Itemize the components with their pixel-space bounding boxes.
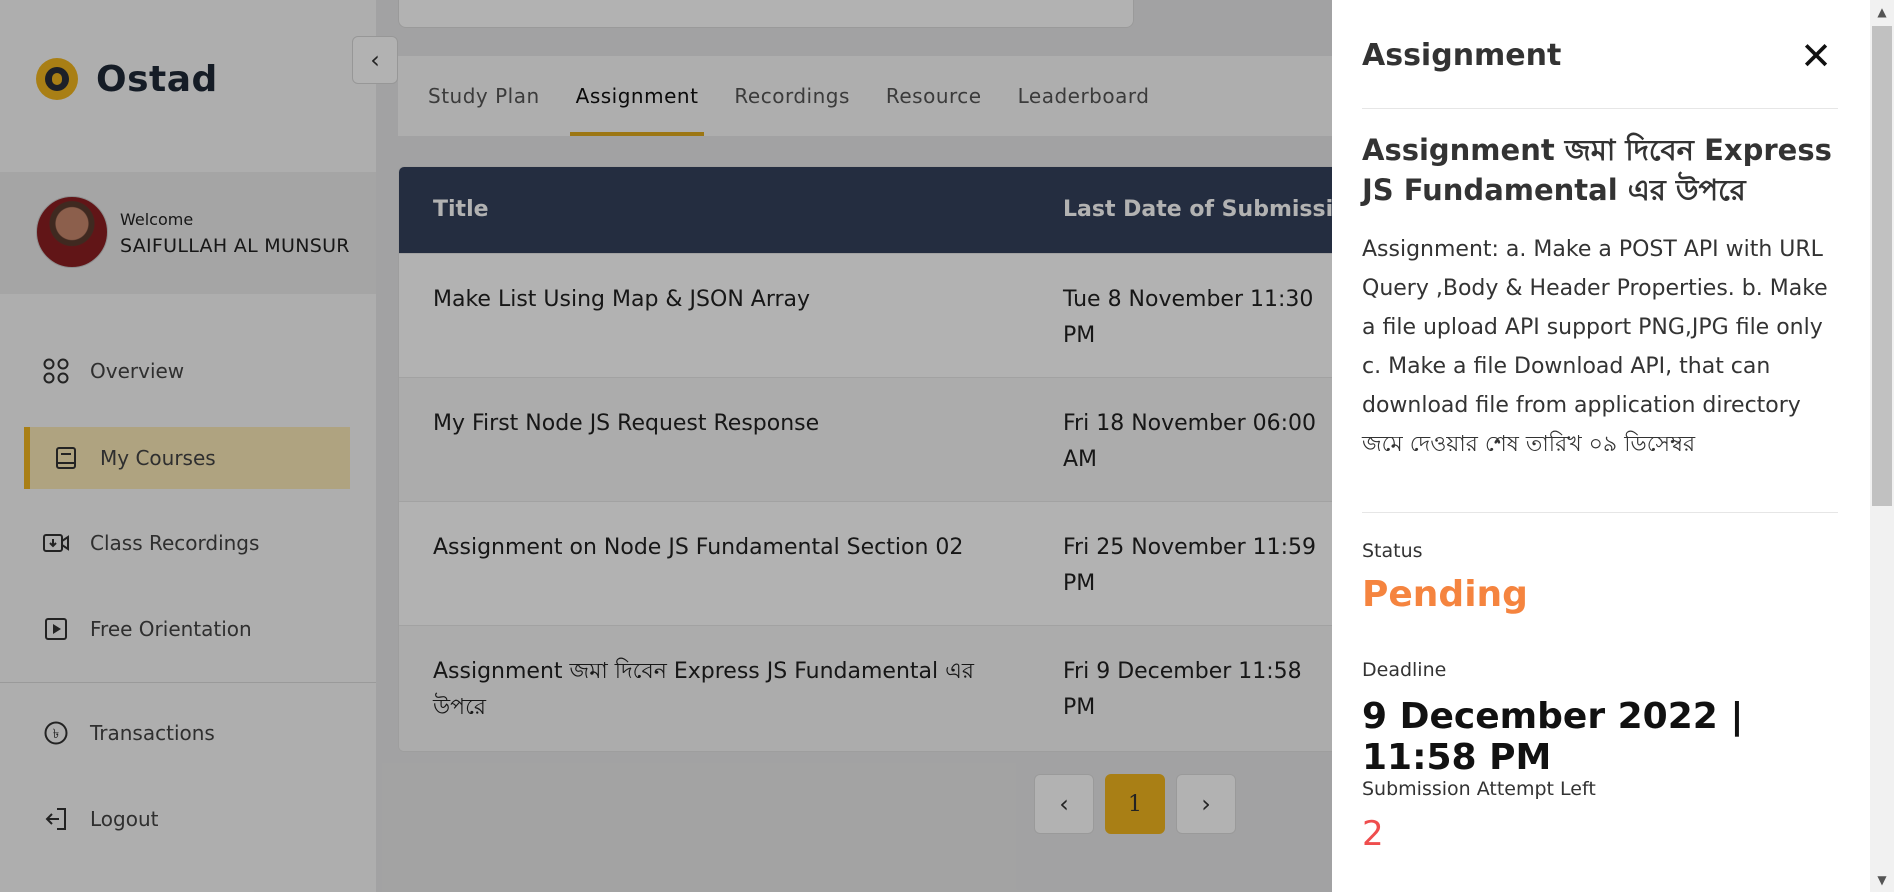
divider: [1362, 512, 1838, 513]
attempts-value: 2: [1362, 814, 1384, 854]
scrollbar-thumb[interactable]: [1872, 26, 1892, 506]
drawer-title: Assignment: [1362, 38, 1562, 73]
deadline-label: Deadline: [1362, 659, 1447, 681]
scroll-up-icon[interactable]: ▲: [1870, 0, 1894, 24]
assignment-drawer: Assignment ✕ Assignment জমা দিবেন Expres…: [1332, 0, 1870, 892]
deadline-value: 9 December 2022 | 11:58 PM: [1362, 696, 1744, 778]
assignment-heading: Assignment জমা দিবেন Express JS Fundamen…: [1362, 133, 1832, 207]
status-badge: Pending: [1362, 574, 1528, 615]
attempts-label: Submission Attempt Left: [1362, 778, 1596, 800]
scrollbar[interactable]: ▲ ▼: [1870, 0, 1894, 892]
close-icon: ✕: [1800, 34, 1832, 78]
assignment-description: Assignment: a. Make a POST API with URL …: [1362, 237, 1828, 457]
modal-backdrop[interactable]: [0, 0, 1332, 892]
close-button[interactable]: ✕: [1796, 36, 1836, 76]
divider: [1362, 108, 1838, 109]
scroll-down-icon[interactable]: ▼: [1870, 868, 1894, 892]
status-label: Status: [1362, 540, 1423, 562]
